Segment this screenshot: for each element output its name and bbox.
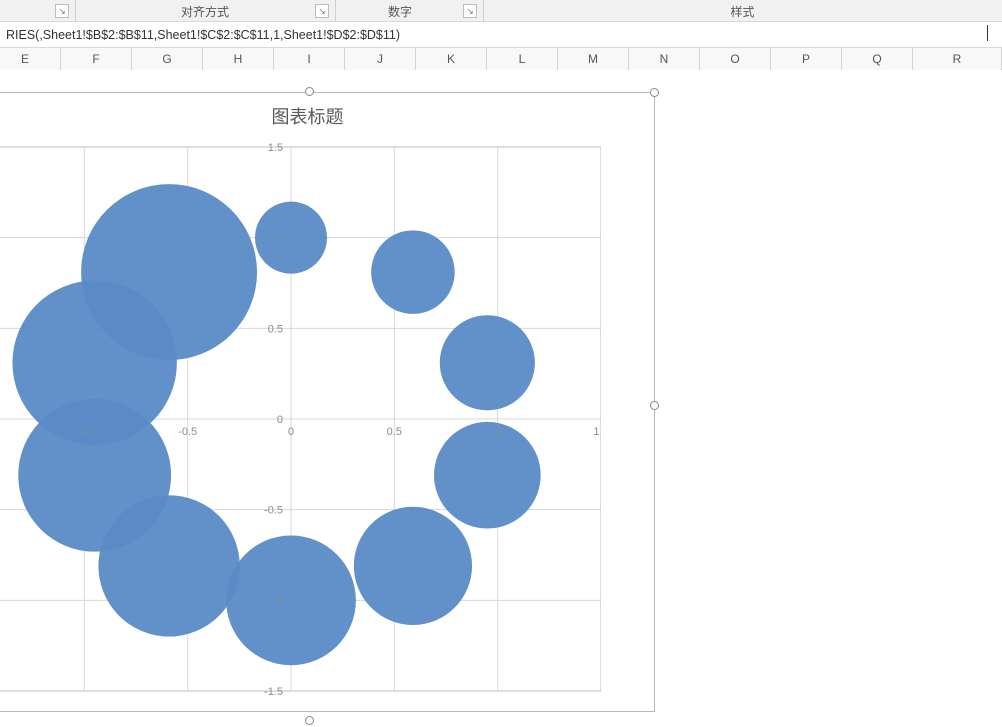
formula-bar: [0, 22, 1002, 48]
chart-bubble[interactable]: [81, 184, 257, 360]
column-header-G[interactable]: G: [132, 48, 203, 70]
chart-title[interactable]: 图表标题: [0, 103, 654, 129]
column-header-H[interactable]: H: [203, 48, 274, 70]
column-header-M[interactable]: M: [558, 48, 629, 70]
chart-resize-handle-s[interactable]: [305, 716, 314, 725]
chart-object[interactable]: 图表标题 -1 -0.5 0 0.5 1 1.5 -1.5 -1 -0.5 0.5 1 1.5 0: [0, 92, 655, 712]
ribbon-group-number: 数字: [335, 0, 465, 22]
origin-label: 0: [277, 414, 283, 426]
chart-resize-handle-ne[interactable]: [650, 88, 659, 97]
ribbon-group-label: 对齐方式: [181, 3, 229, 20]
column-header-E[interactable]: E: [0, 48, 61, 70]
x-tick-label: -1: [79, 426, 89, 438]
y-tick-label: -1.5: [264, 686, 283, 695]
y-tick-label: -0.5: [264, 505, 283, 517]
x-tick-label: -0.5: [178, 426, 197, 438]
formula-input[interactable]: [0, 22, 1002, 47]
x-tick-label: 0.5: [387, 426, 402, 438]
chart-bubble[interactable]: [226, 535, 356, 665]
x-tick-label: 1: [495, 426, 501, 438]
x-tick-label: 1.5: [593, 426, 601, 438]
y-tick-label: 1.5: [268, 143, 283, 154]
y-tick-label: 1: [277, 233, 283, 245]
chart-bubble[interactable]: [440, 315, 535, 410]
ribbon-group-label: 样式: [730, 3, 754, 20]
column-header-J[interactable]: J: [345, 48, 416, 70]
column-header-Q[interactable]: Q: [842, 48, 913, 70]
y-tick-label: -1: [273, 595, 283, 607]
column-header-F[interactable]: F: [61, 48, 132, 70]
ribbon-group-alignment: 对齐方式: [75, 0, 335, 22]
column-header-P[interactable]: P: [771, 48, 842, 70]
ribbon-group-styles: 样式: [483, 0, 1002, 22]
chart-resize-handle-e[interactable]: [650, 401, 659, 410]
chart-resize-handle-n[interactable]: [305, 87, 314, 96]
number-dialog-launcher[interactable]: [315, 4, 329, 18]
column-header-O[interactable]: O: [700, 48, 771, 70]
column-header-N[interactable]: N: [629, 48, 700, 70]
column-header-I[interactable]: I: [274, 48, 345, 70]
alignment-dialog-launcher[interactable]: [55, 4, 69, 18]
chart-bubble[interactable]: [371, 230, 455, 314]
y-tick-label: 0.5: [268, 323, 283, 335]
chart-bubble[interactable]: [255, 202, 327, 274]
column-header-K[interactable]: K: [416, 48, 487, 70]
x-tick-label: 0: [288, 426, 294, 438]
ribbon-group-label: 数字: [388, 3, 412, 20]
column-headers-row: E F G H I J K L M N O P Q R: [0, 48, 1002, 70]
column-header-R[interactable]: R: [913, 48, 1002, 70]
chart-plot-svg: -1 -0.5 0 0.5 1 1.5 -1.5 -1 -0.5 0.5 1 1.5 0: [0, 143, 601, 695]
styles-dialog-launcher[interactable]: [463, 4, 477, 18]
chart-bubble[interactable]: [434, 422, 541, 529]
ribbon-strip: 对齐方式 数字 样式: [0, 0, 1002, 22]
chart-plot-area[interactable]: -1 -0.5 0 0.5 1 1.5 -1.5 -1 -0.5 0.5 1 1.5 0: [0, 143, 601, 695]
chart-bubble[interactable]: [354, 507, 472, 625]
column-header-L[interactable]: L: [487, 48, 558, 70]
